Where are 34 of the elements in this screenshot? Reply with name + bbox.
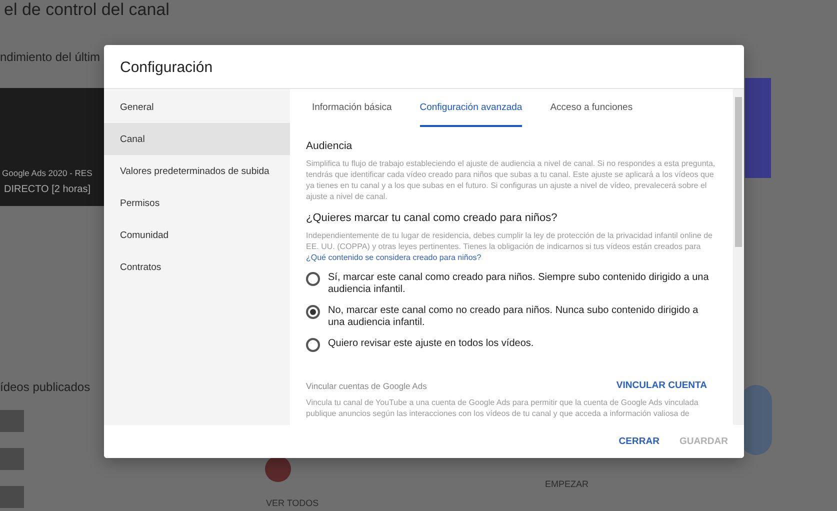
option-label: No, marcar este canal como no creado para niños. Nunca subo contenido dirigido a una audiencia infantil. — [328, 305, 700, 329]
radio-button[interactable] — [306, 305, 320, 319]
tab[interactable]: Configuración avanzada — [420, 89, 522, 127]
video-subtitle: DIRECTO [2 horas] — [4, 184, 91, 195]
scrollbar[interactable] — [733, 89, 744, 425]
description-text: Vincula tu canal de YouTube a una cuenta de Google Ads para permitir que la cuenta de Google Ads vinculada publique anuncios según las interacciones con los vídeos de tu canal y que acceda a información valiosa de — [306, 397, 700, 419]
section-heading: Vincular cuentas de Google Ads — [306, 380, 427, 390]
tab[interactable]: Acceso a funciones — [550, 89, 633, 127]
section-title: ídeos publicados — [0, 380, 90, 394]
avatar-circle — [265, 456, 291, 482]
video-thumbnail — [0, 448, 24, 470]
option-label: Sí, marcar este canal como creado para niños. Siempre subo contenido dirigido a una audiencia infantil. — [328, 272, 710, 296]
nav-item[interactable]: General — [104, 91, 290, 123]
nav-item[interactable]: Comunidad — [104, 219, 290, 251]
link-account-button[interactable]: VINCULAR CUENTA — [616, 380, 707, 391]
section-title: ndimiento del últim — [0, 50, 100, 64]
tab[interactable]: Información básica — [312, 89, 392, 127]
help-link[interactable]: ¿Qué contenido se considera creado para niños? — [306, 253, 482, 262]
video-title: Google Ads 2020 - RES — [2, 168, 92, 178]
description-text: Simplifica tu flujo de trabajo estableciendo el ajuste de audiencia a nivel de canal. Si no respondes a esta pregunta, tendrás que identificar cada vídeo creado para niños que subas a tu canal. Este ajuste se aplicará a los vídeos que ya tienes en tu canal y a los que subas en el futuro. Si configuras un ajuste a nivel de vídeo, prevalecerá sobre el ajuste a nivel de canal. — [306, 158, 716, 202]
radio-button[interactable] — [306, 338, 320, 352]
question-text: ¿Quieres marcar tu canal como creado para niños? — [306, 212, 558, 224]
video-thumbnail — [0, 486, 24, 508]
nav-item[interactable]: Permisos — [104, 187, 290, 219]
radio-button[interactable] — [306, 272, 320, 286]
section-heading: Audiencia — [306, 140, 354, 152]
nav-item[interactable]: Valores predeterminados de subida — [104, 155, 290, 187]
video-thumbnail — [0, 410, 24, 432]
option-label: Quiero revisar este ajuste en todos los vídeos. — [328, 338, 534, 350]
dialog-button[interactable]: CERRAR — [618, 432, 660, 451]
nav-item[interactable]: Contratos — [104, 251, 290, 283]
nav-item[interactable]: Canal — [104, 123, 290, 155]
description-text: Independientemente de tu lugar de residencia, debes cumplir la ley de protección de la privacidad infantil online de EE. UU. (COPPA) y otras leyes pertinentes. Tienes la obligación de indicarnos si tus vídeos están creados para ¿Qué contenido se considera creado para niños? — [306, 230, 714, 263]
page-title: el de control del canal — [3, 0, 170, 20]
